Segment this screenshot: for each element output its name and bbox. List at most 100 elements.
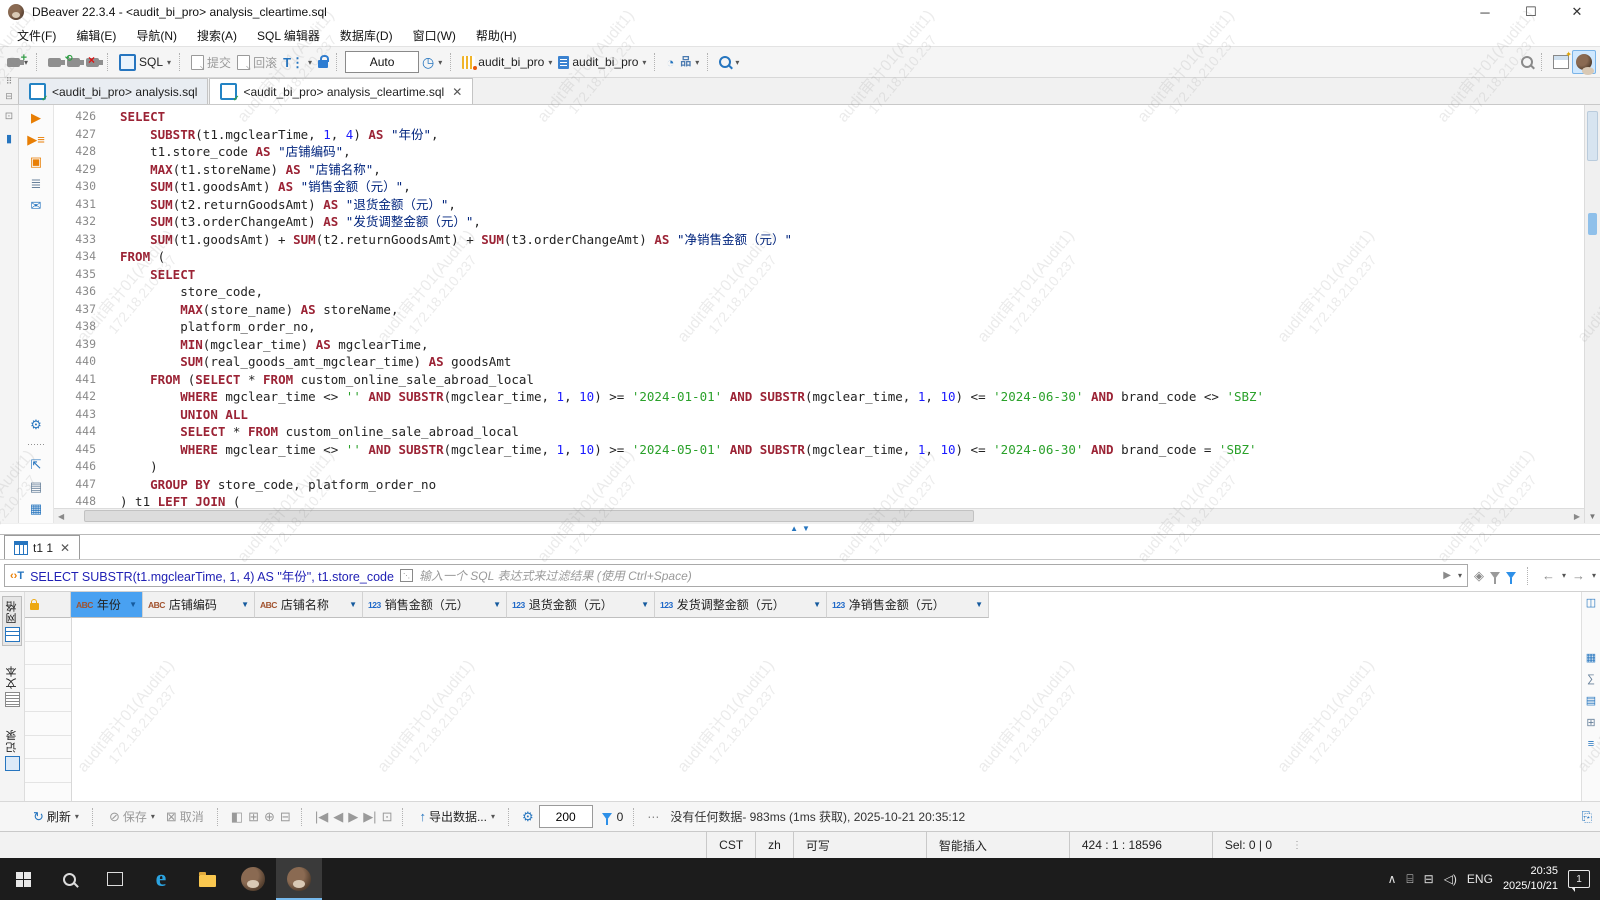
database-nav-icon[interactable]: ▮ xyxy=(6,132,12,145)
execute-script-icon[interactable]: ▶≡ xyxy=(27,133,45,146)
menu-item[interactable]: 帮助(H) xyxy=(467,25,526,46)
column-header[interactable]: ABC店铺编码▼ xyxy=(143,592,255,618)
metadata-panel-icon[interactable]: ▤ xyxy=(1586,694,1596,707)
sash-down-icon[interactable]: ▼ xyxy=(802,525,810,533)
taskbar-search-button[interactable] xyxy=(46,858,92,900)
goto-row-icon[interactable]: ⊡ xyxy=(382,810,393,823)
apply-filter-icon[interactable]: ▶ xyxy=(1443,570,1451,581)
database-selector[interactable]: audit_bi_pro▾ xyxy=(459,53,555,71)
fetch-settings-gear-icon[interactable]: ⚙ xyxy=(522,810,534,823)
next-row-icon[interactable]: ▶ xyxy=(348,810,358,823)
column-header[interactable]: 123净销售金额（元）▼ xyxy=(827,592,989,618)
close-icon[interactable]: ✕ xyxy=(452,85,462,99)
column-header[interactable]: 123退货金额（元）▼ xyxy=(507,592,655,618)
column-header[interactable]: 123发货调整金额（元）▼ xyxy=(655,592,827,618)
cancel-button[interactable]: ⊠取消 xyxy=(163,806,207,827)
edit-row-icon[interactable]: ◧ xyxy=(231,810,243,823)
open-perspective-button[interactable] xyxy=(1550,53,1572,71)
scroll-down-icon[interactable]: ▼ xyxy=(1585,512,1600,521)
chevron-down-icon[interactable]: ▼ xyxy=(641,600,649,609)
menu-item[interactable]: 窗口(W) xyxy=(404,25,465,46)
close-icon[interactable]: ✕ xyxy=(60,541,70,555)
forward-arrow-icon[interactable]: → xyxy=(1572,569,1585,582)
taskbar-clock[interactable]: 20:35 2025/10/21 xyxy=(1503,864,1558,894)
chevron-down-icon[interactable]: ▼ xyxy=(129,600,137,609)
task-view-button[interactable] xyxy=(92,858,138,900)
restore-panel-icon[interactable]: ⊟ xyxy=(5,91,13,102)
menu-item[interactable]: SQL 编辑器 xyxy=(248,25,329,46)
results-view-tab-grid[interactable]: 网格 xyxy=(2,596,22,646)
output-doc-icon[interactable]: ▤ xyxy=(30,480,42,493)
tray-expand-icon[interactable]: ∧ xyxy=(1388,872,1397,886)
quick-access-search-button[interactable] xyxy=(1518,54,1536,70)
touch-keyboard-icon[interactable]: ⌸ xyxy=(1406,872,1413,887)
vertical-scrollbar[interactable]: ▼ xyxy=(1584,105,1600,523)
delete-row-icon[interactable]: ⊟ xyxy=(280,810,291,823)
refresh-button[interactable]: ↻刷新▾ xyxy=(30,806,82,827)
lock-button[interactable] xyxy=(315,54,331,70)
menu-item[interactable]: 文件(F) xyxy=(8,25,65,46)
filter-settings-icon[interactable] xyxy=(1506,572,1516,579)
tasks-button[interactable]: 品▾ xyxy=(677,55,702,70)
history-button[interactable]: ◷▾ xyxy=(419,53,445,71)
dashboard-button[interactable]: ◔ xyxy=(663,54,677,71)
last-row-icon[interactable]: ▶| xyxy=(363,810,376,823)
execute-new-tab-icon[interactable]: ▣ xyxy=(30,155,42,168)
chevron-down-icon[interactable]: ▾ xyxy=(1592,571,1596,580)
chevron-down-icon[interactable]: ▼ xyxy=(975,600,983,609)
horizontal-scrollbar[interactable]: ◀ ▶ xyxy=(54,508,1584,523)
chevron-down-icon[interactable]: ▼ xyxy=(349,600,357,609)
grid-corner-cell[interactable] xyxy=(25,592,71,618)
chevron-down-icon[interactable]: ▼ xyxy=(813,600,821,609)
prev-row-icon[interactable]: ◀ xyxy=(333,810,343,823)
editor-results-sash[interactable]: ▲ ▼ xyxy=(0,523,1600,534)
references-panel-icon[interactable]: ⊞ xyxy=(1586,716,1595,729)
rollback-button[interactable]: 回滚 xyxy=(234,52,280,73)
export-data-button[interactable]: ↑导出数据...▾ xyxy=(416,806,498,827)
dbeaver-taskbar-button-1[interactable] xyxy=(230,858,276,900)
maximize-button[interactable]: ☐ xyxy=(1508,0,1554,24)
results-view-tab-record[interactable]: 记录 xyxy=(3,726,21,774)
code-area[interactable]: 426SELECT427 SUBSTR(t1.mgclearTime, 1, 4… xyxy=(54,105,1584,508)
sql-editor-button[interactable]: SQL▾ xyxy=(116,52,174,73)
sash-up-icon[interactable]: ▲ xyxy=(790,525,798,533)
settings-gear-icon[interactable]: ⚙ xyxy=(30,418,42,431)
menu-item[interactable]: 编辑(E) xyxy=(67,25,125,46)
back-arrow-icon[interactable]: ← xyxy=(1542,569,1555,582)
horizontal-scroll-thumb[interactable] xyxy=(84,510,973,522)
fetch-size-input[interactable] xyxy=(539,805,593,828)
edge-browser-button[interactable]: e xyxy=(138,858,184,900)
chevron-down-icon[interactable]: ▾ xyxy=(1458,571,1462,580)
editor-tab[interactable]: <audit_bi_pro> analysis.sql xyxy=(18,78,208,104)
new-connection-button[interactable]: ▾ xyxy=(4,56,31,69)
input-language-indicator[interactable]: ENG xyxy=(1467,872,1493,886)
scroll-right-icon[interactable]: ▶ xyxy=(1570,512,1584,521)
expand-filter-icon[interactable]: ⋱ xyxy=(400,569,413,582)
first-row-icon[interactable]: |◀ xyxy=(315,810,328,823)
clear-filter-icon[interactable] xyxy=(1490,572,1500,579)
explain-plan-icon[interactable]: ≣ xyxy=(31,177,42,190)
results-tab[interactable]: t1 1 ✕ xyxy=(4,535,80,559)
collapse-icon[interactable]: ⊡ xyxy=(5,111,13,122)
chevron-down-icon[interactable]: ▾ xyxy=(1562,571,1566,580)
value-viewer-icon[interactable]: ▦ xyxy=(1586,651,1596,664)
commit-button[interactable]: 提交 xyxy=(188,52,234,73)
add-row-icon[interactable]: ⊞ xyxy=(248,810,259,823)
scroll-left-icon[interactable]: ◀ xyxy=(54,512,68,521)
editor-tab[interactable]: <audit_bi_pro> analysis_cleartime.sql✕ xyxy=(209,78,473,104)
chevron-down-icon[interactable]: ▼ xyxy=(241,600,249,609)
aggregate-panel-icon[interactable]: ∑ xyxy=(1587,673,1595,685)
dbeaver-perspective-button[interactable] xyxy=(1572,50,1596,74)
column-header[interactable]: 123销售金额（元）▼ xyxy=(363,592,507,618)
chevron-down-icon[interactable]: ▼ xyxy=(493,600,501,609)
email-export-icon[interactable]: ✉ xyxy=(31,199,42,212)
execute-query-icon[interactable]: ▶ xyxy=(31,111,41,124)
duplicate-row-icon[interactable]: ⊕ xyxy=(264,810,275,823)
menu-item[interactable]: 搜索(A) xyxy=(188,25,246,46)
close-button[interactable]: ✕ xyxy=(1554,0,1600,24)
column-header[interactable]: ABC年份▼ xyxy=(71,592,143,618)
result-grid-doc-icon[interactable]: ▦ xyxy=(30,502,42,515)
dbeaver-taskbar-button-2[interactable] xyxy=(276,858,322,900)
start-button[interactable] xyxy=(0,858,46,900)
reconnect-button[interactable] xyxy=(64,56,83,69)
